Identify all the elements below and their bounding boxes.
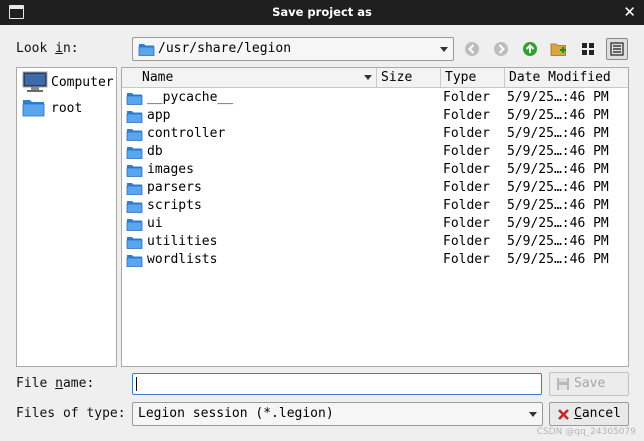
file-name-label-part: File xyxy=(16,376,56,391)
file-row[interactable]: parsers Folder 5/9/25…:46 PM xyxy=(122,179,628,197)
column-header-type[interactable]: Type xyxy=(441,68,505,87)
look-in-label-part: n: xyxy=(62,41,79,56)
back-arrow-icon xyxy=(465,42,479,56)
file-row[interactable]: wordlists Folder 5/9/25…:46 PM xyxy=(122,251,628,269)
parent-directory-icon xyxy=(523,42,537,56)
watermark: CSDN @qq_24305079 xyxy=(536,427,636,437)
detail-view-button[interactable] xyxy=(606,38,628,60)
file-row[interactable]: images Folder 5/9/25…:46 PM xyxy=(122,161,628,179)
file-name-cell: wordlists xyxy=(147,252,218,267)
file-date-cell: 5/9/25…:46 PM xyxy=(507,162,609,177)
file-type-cell: Folder xyxy=(443,180,490,195)
file-name-cell: ui xyxy=(147,216,163,231)
file-name-input[interactable] xyxy=(132,373,542,395)
file-name-cell: images xyxy=(147,162,194,177)
file-name-cell: controller xyxy=(147,126,226,141)
folder-icon xyxy=(22,100,45,117)
file-type-cell: Folder xyxy=(443,126,490,141)
places-sidebar: Computer root xyxy=(16,67,117,367)
cancel-button[interactable]: Cancel xyxy=(549,402,629,426)
files-of-type-value: Legion session (*.legion) xyxy=(138,406,334,421)
file-row[interactable]: __pycache__ Folder 5/9/25…:46 PM xyxy=(122,89,628,107)
file-list-header: Name Size Type Date Modified xyxy=(122,68,628,88)
cancel-button-mnemonic: C xyxy=(574,406,582,421)
file-date-cell: 5/9/25…:46 PM xyxy=(507,216,609,231)
close-icon[interactable]: ✕ xyxy=(623,3,636,21)
file-type-cell: Folder xyxy=(443,198,490,213)
column-header-size[interactable]: Size xyxy=(377,68,441,87)
file-date-cell: 5/9/25…:46 PM xyxy=(507,198,609,213)
file-type-cell: Folder xyxy=(443,252,490,267)
file-date-cell: 5/9/25…:46 PM xyxy=(507,144,609,159)
look-in-path: /usr/share/legion xyxy=(158,41,292,56)
list-view-icon xyxy=(582,43,594,55)
folder-icon xyxy=(126,253,143,272)
file-type-cell: Folder xyxy=(443,90,490,105)
save-button-label: Save xyxy=(574,376,606,391)
file-list[interactable]: Name Size Type Date Modified __pycache__… xyxy=(121,67,629,367)
title-bar: Save project as ✕ xyxy=(0,0,644,25)
file-row[interactable]: controller Folder 5/9/25…:46 PM xyxy=(122,125,628,143)
parent-directory-button[interactable] xyxy=(519,38,541,60)
file-name-label: File name: xyxy=(16,376,94,391)
file-type-cell: Folder xyxy=(443,144,490,159)
file-date-cell: 5/9/25…:46 PM xyxy=(507,108,609,123)
save-button[interactable]: Save xyxy=(549,372,629,396)
file-row[interactable]: scripts Folder 5/9/25…:46 PM xyxy=(122,197,628,215)
chevron-down-icon[interactable] xyxy=(529,412,537,417)
column-header-name-label: Name xyxy=(142,70,174,85)
computer-icon xyxy=(22,71,48,92)
file-name-cell: db xyxy=(147,144,163,159)
look-in-label-mnemonic: i xyxy=(55,41,63,56)
file-name-cell: __pycache__ xyxy=(147,90,234,105)
folder-icon xyxy=(138,42,155,61)
back-button[interactable] xyxy=(461,38,483,60)
new-folder-icon xyxy=(550,43,566,56)
file-type-cell: Folder xyxy=(443,216,490,231)
list-view-button[interactable] xyxy=(577,38,599,60)
file-date-cell: 5/9/25…:46 PM xyxy=(507,234,609,249)
files-of-type-label: Files of type: xyxy=(16,406,126,421)
floppy-disk-icon xyxy=(557,378,569,390)
forward-button[interactable] xyxy=(490,38,512,60)
look-in-label: Look in: xyxy=(16,41,79,56)
new-folder-button[interactable] xyxy=(548,38,570,60)
save-project-dialog: Save project as ✕ Look in: /usr/share/le… xyxy=(0,0,644,441)
file-date-cell: 5/9/25…:46 PM xyxy=(507,90,609,105)
file-row[interactable]: ui Folder 5/9/25…:46 PM xyxy=(122,215,628,233)
file-name-label-part: ame: xyxy=(62,376,95,391)
file-date-cell: 5/9/25…:46 PM xyxy=(507,252,609,267)
look-in-label-part: Look xyxy=(16,41,56,56)
forward-arrow-icon xyxy=(494,42,508,56)
chevron-down-icon[interactable] xyxy=(440,47,448,52)
sidebar-item-label: Computer xyxy=(51,75,114,90)
files-of-type-combo[interactable]: Legion session (*.legion) xyxy=(132,402,543,426)
detail-view-icon xyxy=(610,42,624,56)
file-row[interactable]: utilities Folder 5/9/25…:46 PM xyxy=(122,233,628,251)
text-caret xyxy=(136,377,137,391)
file-row[interactable]: db Folder 5/9/25…:46 PM xyxy=(122,143,628,161)
file-name-cell: scripts xyxy=(147,198,202,213)
column-header-date[interactable]: Date Modified xyxy=(505,68,628,87)
cancel-x-icon xyxy=(558,409,569,420)
file-name-label-mnemonic: n xyxy=(55,376,63,391)
file-name-cell: app xyxy=(147,108,171,123)
sidebar-item-computer[interactable]: Computer xyxy=(21,71,116,93)
file-name-cell: utilities xyxy=(147,234,218,249)
file-name-cell: parsers xyxy=(147,180,202,195)
file-date-cell: 5/9/25…:46 PM xyxy=(507,126,609,141)
cancel-button-label: Cancel xyxy=(574,406,621,421)
sort-descending-icon xyxy=(364,75,372,80)
look-in-combo[interactable]: /usr/share/legion xyxy=(132,37,454,61)
column-header-name[interactable]: Name xyxy=(122,68,377,87)
sidebar-item-root[interactable]: root xyxy=(21,97,116,119)
window-title: Save project as xyxy=(272,5,372,19)
file-date-cell: 5/9/25…:46 PM xyxy=(507,180,609,195)
file-row[interactable]: app Folder 5/9/25…:46 PM xyxy=(122,107,628,125)
sidebar-item-label: root xyxy=(51,101,83,116)
cancel-button-label-rest: ancel xyxy=(581,406,621,421)
file-type-cell: Folder xyxy=(443,234,490,249)
file-type-cell: Folder xyxy=(443,162,490,177)
file-type-cell: Folder xyxy=(443,108,490,123)
